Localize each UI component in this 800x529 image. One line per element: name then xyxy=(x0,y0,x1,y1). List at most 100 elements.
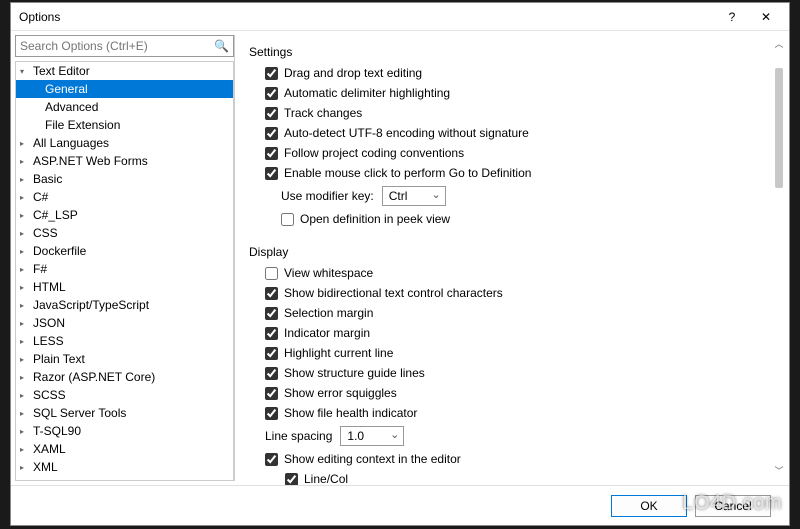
option-checkbox[interactable] xyxy=(265,127,278,140)
option-checkbox[interactable] xyxy=(265,107,278,120)
tree-item-javascript-typescript[interactable]: ▸JavaScript/TypeScript xyxy=(16,296,233,314)
tree-item-asp-net-web-forms[interactable]: ▸ASP.NET Web Forms xyxy=(16,152,233,170)
chevron-right-icon: ▸ xyxy=(20,481,32,482)
editing-context-label: Show editing context in the editor xyxy=(284,452,461,466)
tree-item-f-[interactable]: ▸F# xyxy=(16,260,233,278)
search-field[interactable]: 🔍 xyxy=(15,35,234,57)
editing-context-checkbox[interactable] xyxy=(265,453,278,466)
chevron-right-icon: ▸ xyxy=(20,283,32,292)
tree-item-label: All Languages xyxy=(33,136,109,150)
tree-item-label: T-SQL90 xyxy=(33,424,81,438)
tree-item-label: Advanced xyxy=(45,100,98,114)
tree-item-label: File Extension xyxy=(45,118,120,132)
option-label: Show structure guide lines xyxy=(284,366,425,380)
tree-item-label: CSS xyxy=(33,226,58,240)
chevron-right-icon: ▸ xyxy=(20,301,32,310)
chevron-right-icon: ▸ xyxy=(20,265,32,274)
tree-item-general[interactable]: General xyxy=(16,80,233,98)
tree-item-t-sql90[interactable]: ▸T-SQL90 xyxy=(16,422,233,440)
option-row: Auto-detect UTF-8 encoding without signa… xyxy=(249,123,785,143)
option-checkbox[interactable] xyxy=(265,307,278,320)
peek-view-label: Open definition in peek view xyxy=(300,212,450,226)
tree-item-all-languages[interactable]: ▸All Languages xyxy=(16,134,233,152)
tree-item-less[interactable]: ▸LESS xyxy=(16,332,233,350)
tree-item-label: JavaScript/TypeScript xyxy=(33,298,149,312)
option-checkbox[interactable] xyxy=(265,167,278,180)
tree-item-label: General xyxy=(45,82,88,96)
settings-heading: Settings xyxy=(249,45,785,59)
option-label: Automatic delimiter highlighting xyxy=(284,86,450,100)
chevron-down-icon: ▾ xyxy=(20,67,32,76)
scrollbar[interactable]: ︿ ﹀ xyxy=(771,37,787,477)
chevron-right-icon: ▸ xyxy=(20,157,32,166)
tree-item-label: Razor (ASP.NET Core) xyxy=(33,370,155,384)
tree-item-scss[interactable]: ▸SCSS xyxy=(16,386,233,404)
tree-item-c-[interactable]: ▸C# xyxy=(16,188,233,206)
option-checkbox[interactable] xyxy=(265,287,278,300)
option-row: Show bidirectional text control characte… xyxy=(249,283,785,303)
scroll-thumb[interactable] xyxy=(775,68,783,188)
chevron-right-icon: ▸ xyxy=(20,355,32,364)
chevron-right-icon: ▸ xyxy=(20,463,32,472)
search-input[interactable] xyxy=(20,39,214,53)
option-row: Track changes xyxy=(249,103,785,123)
left-panel: 🔍 ▾Text Editor General Advanced File Extens… xyxy=(15,35,235,481)
option-label: Show error squiggles xyxy=(284,386,397,400)
tree-item-text-editor[interactable]: ▾Text Editor xyxy=(16,62,233,80)
close-button[interactable]: ✕ xyxy=(749,5,783,29)
option-label: Track changes xyxy=(284,106,362,120)
tree-item-label: HTML xyxy=(33,280,66,294)
display-heading: Display xyxy=(249,245,785,259)
options-tree[interactable]: ▾Text Editor General Advanced File Extensio… xyxy=(15,61,234,481)
tree-item-plain-text[interactable]: ▸Plain Text xyxy=(16,350,233,368)
chevron-right-icon: ▸ xyxy=(20,427,32,436)
tree-item-xml[interactable]: ▸XML xyxy=(16,458,233,476)
line-spacing-combo[interactable]: 1.0 xyxy=(340,426,404,446)
option-checkbox[interactable] xyxy=(265,387,278,400)
option-checkbox[interactable] xyxy=(265,67,278,80)
ok-button[interactable]: OK xyxy=(611,495,687,517)
option-checkbox[interactable] xyxy=(265,347,278,360)
option-checkbox[interactable] xyxy=(285,473,298,486)
option-row: Highlight current line xyxy=(249,343,785,363)
tree-item-advanced[interactable]: Advanced xyxy=(16,98,233,116)
option-label: Line/Col xyxy=(304,472,348,485)
chevron-right-icon: ▸ xyxy=(20,229,32,238)
search-icon: 🔍 xyxy=(214,39,229,53)
tree-item-razor-asp-net-core-[interactable]: ▸Razor (ASP.NET Core) xyxy=(16,368,233,386)
option-row: Show error squiggles xyxy=(249,383,785,403)
help-button[interactable]: ? xyxy=(715,5,749,29)
options-dialog: Options ? ✕ 🔍 ▾Text Editor General Advance… xyxy=(10,2,790,526)
tree-item-html[interactable]: ▸HTML xyxy=(16,278,233,296)
scroll-up-icon[interactable]: ︿ xyxy=(774,37,783,50)
tree-item-json[interactable]: ▸JSON xyxy=(16,314,233,332)
option-label: Show bidirectional text control characte… xyxy=(284,286,503,300)
option-checkbox[interactable] xyxy=(265,327,278,340)
tree-item-label: Plain Text xyxy=(33,352,85,366)
option-checkbox[interactable] xyxy=(265,407,278,420)
option-label: Auto-detect UTF-8 encoding without signa… xyxy=(284,126,529,140)
modifier-key-label: Use modifier key: xyxy=(281,189,374,203)
modifier-key-combo[interactable]: Ctrl xyxy=(382,186,446,206)
option-row: Selection margin xyxy=(249,303,785,323)
option-checkbox[interactable] xyxy=(265,87,278,100)
tree-item-c-lsp[interactable]: ▸C#_LSP xyxy=(16,206,233,224)
tree-item-dockerfile[interactable]: ▸Dockerfile xyxy=(16,242,233,260)
tree-item-css[interactable]: ▸CSS xyxy=(16,224,233,242)
tree-item-yaml[interactable]: ▸YAML xyxy=(16,476,233,481)
option-row: Automatic delimiter highlighting xyxy=(249,83,785,103)
option-row: Enable mouse click to perform Go to Defi… xyxy=(249,163,785,183)
titlebar: Options ? ✕ xyxy=(11,3,789,31)
chevron-right-icon: ▸ xyxy=(20,247,32,256)
tree-item-sql-server-tools[interactable]: ▸SQL Server Tools xyxy=(16,404,233,422)
option-checkbox[interactable] xyxy=(265,267,278,280)
option-checkbox[interactable] xyxy=(265,147,278,160)
right-panel: Settings Drag and drop text editingAutom… xyxy=(239,31,789,485)
tree-item-label: Text Editor xyxy=(33,64,90,78)
option-checkbox[interactable] xyxy=(265,367,278,380)
scroll-down-icon[interactable]: ﹀ xyxy=(774,464,783,477)
tree-item-basic[interactable]: ▸Basic xyxy=(16,170,233,188)
tree-item-file-extension[interactable]: File Extension xyxy=(16,116,233,134)
peek-view-checkbox[interactable] xyxy=(281,213,294,226)
tree-item-xaml[interactable]: ▸XAML xyxy=(16,440,233,458)
